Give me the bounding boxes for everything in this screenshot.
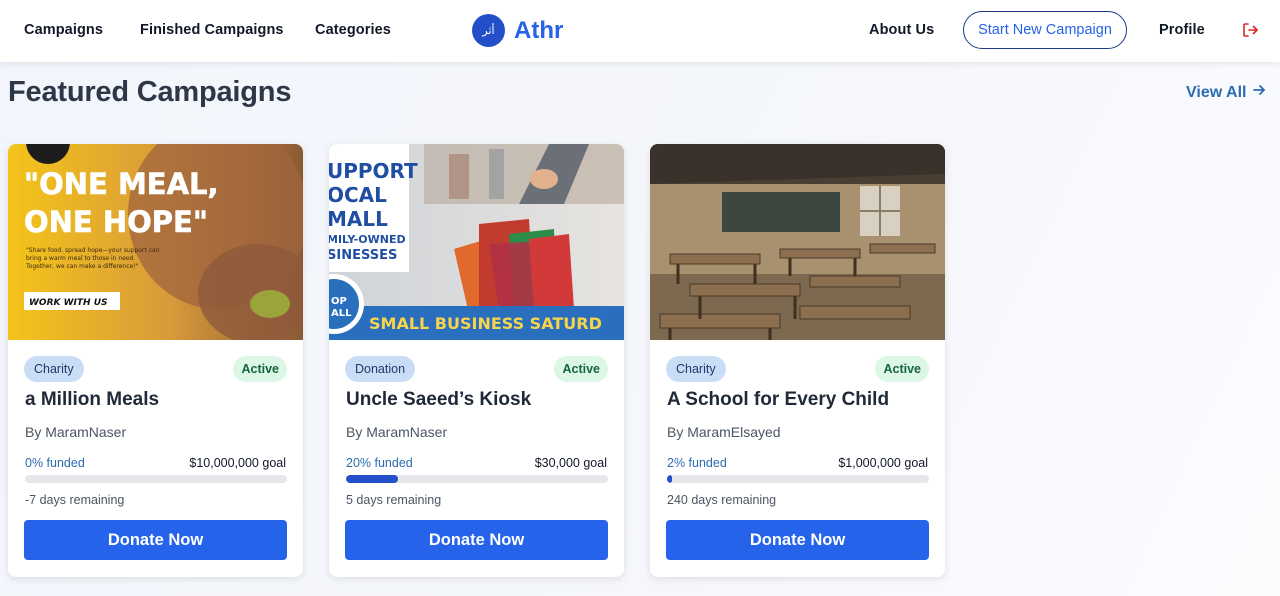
image-line-5: SINESSES bbox=[329, 248, 397, 263]
funded-percent: 20% funded bbox=[346, 456, 413, 470]
logout-icon[interactable] bbox=[1241, 21, 1259, 39]
campaign-image bbox=[650, 144, 945, 340]
brand-logo-text: أثر bbox=[482, 24, 495, 37]
image-seal-1: OP bbox=[331, 296, 347, 307]
days-remaining: 240 days remaining bbox=[667, 493, 777, 507]
category-badge: Charity bbox=[666, 356, 726, 382]
progress-bar bbox=[25, 475, 287, 483]
image-body-3: Together, we can make a difference!" bbox=[25, 263, 139, 270]
arrow-right-icon bbox=[1252, 83, 1266, 102]
goal-amount: $30,000 goal bbox=[534, 456, 607, 470]
funded-percent: 0% funded bbox=[25, 456, 85, 470]
view-all-label: View All bbox=[1186, 83, 1247, 101]
days-remaining: 5 days remaining bbox=[346, 493, 442, 507]
image-headline-2: ONE HOPE" bbox=[24, 205, 208, 239]
donate-now-button[interactable]: Donate Now bbox=[345, 520, 608, 560]
status-badge: Active bbox=[554, 356, 608, 382]
status-badge: Active bbox=[233, 356, 287, 382]
image-headline-1: "ONE MEAL, bbox=[24, 167, 219, 201]
campaign-author: By MaramNaser bbox=[25, 424, 127, 440]
campaign-card[interactable]: "ONE MEAL, ONE HOPE" "Share food, spread… bbox=[8, 144, 303, 577]
goal-amount: $10,000,000 goal bbox=[189, 456, 286, 470]
nav-profile-link[interactable]: Profile bbox=[1159, 22, 1205, 38]
campaign-title[interactable]: Uncle Saeed’s Kiosk bbox=[346, 389, 531, 411]
donate-now-button[interactable]: Donate Now bbox=[24, 520, 287, 560]
campaign-card[interactable]: Charity Active A School for Every Child … bbox=[650, 144, 945, 577]
funded-percent: 2% funded bbox=[667, 456, 727, 470]
image-body-1: "Share food, spread hope—your support ca… bbox=[26, 247, 160, 254]
campaign-image: UPPORT OCAL MALL MILY-OWNED SINESSES SMA… bbox=[329, 144, 624, 340]
navbar: Campaigns Finished Campaigns Categories … bbox=[0, 0, 1280, 62]
nav-about-us-link[interactable]: About Us bbox=[869, 22, 934, 38]
campaign-card[interactable]: UPPORT OCAL MALL MILY-OWNED SINESSES SMA… bbox=[329, 144, 624, 577]
category-badge: Charity bbox=[24, 356, 84, 382]
days-remaining: -7 days remaining bbox=[25, 493, 125, 507]
image-body-2: bring a warm meal to those in need. bbox=[26, 255, 135, 262]
nav-campaigns-link[interactable]: Campaigns bbox=[24, 22, 103, 38]
brand[interactable]: أثر Athr bbox=[472, 14, 563, 47]
nav-finished-campaigns-link[interactable]: Finished Campaigns bbox=[140, 22, 284, 38]
image-line-4: MILY-OWNED bbox=[329, 233, 406, 246]
nav-categories-link[interactable]: Categories bbox=[315, 22, 391, 38]
section-title: Featured Campaigns bbox=[8, 76, 292, 108]
image-seal-2: ALL bbox=[331, 308, 352, 319]
start-new-campaign-button[interactable]: Start New Campaign bbox=[963, 11, 1127, 49]
campaign-title[interactable]: A School for Every Child bbox=[667, 389, 889, 411]
status-badge: Active bbox=[875, 356, 929, 382]
progress-bar bbox=[667, 475, 929, 483]
image-tag: WORK WITH US bbox=[29, 298, 108, 308]
image-line-1: UPPORT bbox=[329, 159, 418, 183]
campaign-title[interactable]: a Million Meals bbox=[25, 389, 159, 411]
goal-amount: $1,000,000 goal bbox=[838, 456, 928, 470]
brand-name: Athr bbox=[514, 16, 564, 44]
campaign-author: By MaramNaser bbox=[346, 424, 448, 440]
brand-logo: أثر bbox=[472, 14, 505, 47]
image-line-2: OCAL bbox=[329, 183, 387, 207]
progress-fill bbox=[667, 475, 673, 483]
donate-now-button[interactable]: Donate Now bbox=[666, 520, 929, 560]
progress-fill bbox=[346, 475, 399, 483]
view-all-link[interactable]: View All bbox=[1186, 83, 1266, 102]
campaign-author: By MaramElsayed bbox=[667, 424, 781, 440]
progress-bar bbox=[346, 475, 608, 483]
image-banner: SMALL BUSINESS SATURD bbox=[369, 314, 602, 333]
campaign-image: "ONE MEAL, ONE HOPE" "Share food, spread… bbox=[8, 144, 303, 340]
category-badge: Donation bbox=[345, 356, 416, 382]
image-line-3: MALL bbox=[329, 207, 388, 231]
